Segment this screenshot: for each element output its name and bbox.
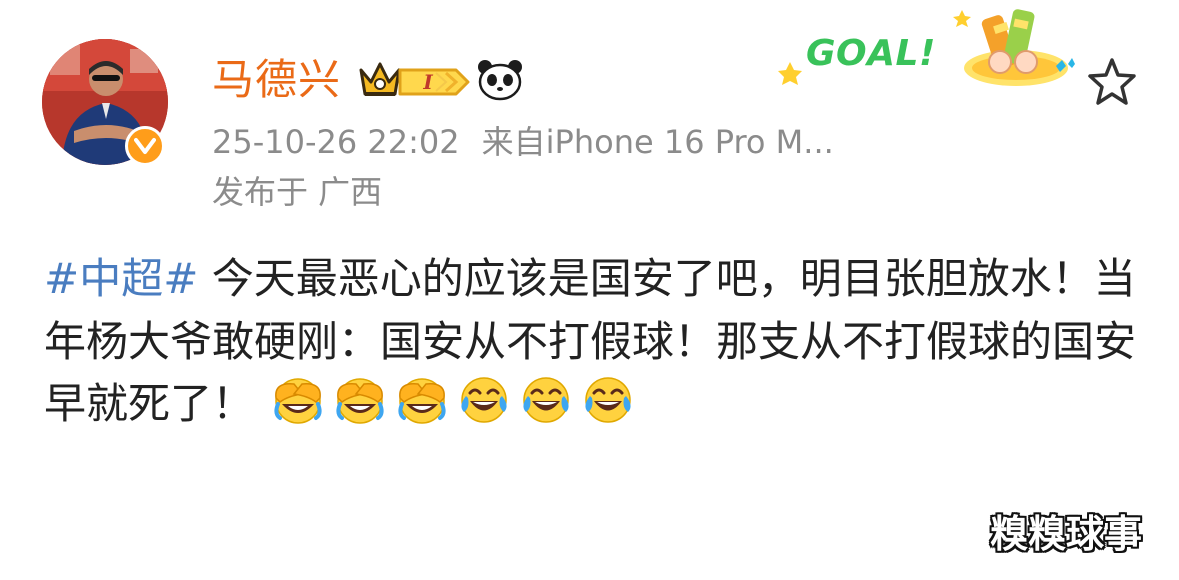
post-body: #中超# 今天最恶心的应该是国安了吧，明目张胆放水！当年杨大爷敢硬刚：国安从不打… [44,248,1144,436]
tears-of-joy-icon [585,377,631,423]
facepalm-laugh-icon [398,378,446,424]
post-timestamp: 25-10-26 22:02 [212,123,460,161]
tears-of-joy-icon [523,377,569,423]
tears-of-joy-icon [461,377,507,423]
hashtag-link[interactable]: #中超# [44,254,198,303]
facepalm-laugh-icon [274,378,322,424]
facepalm-laugh-icon [336,378,384,424]
star-icon[interactable] [1084,54,1140,110]
watermark: 糗糗球事 [990,512,1143,556]
post-location: 发布于 广西 [212,173,383,211]
panda-icon [478,60,522,101]
post-meta: 25-10-26 22:02 来自iPhone 16 Pro M... [212,120,834,164]
verified-badge-icon [125,126,165,166]
post-source[interactable]: 来自iPhone 16 Pro M... [482,123,834,161]
goal-label: GOAL! [806,33,936,74]
level-label: I [423,70,433,94]
crown-icon [359,62,401,96]
username[interactable]: 马德兴 [212,52,341,108]
